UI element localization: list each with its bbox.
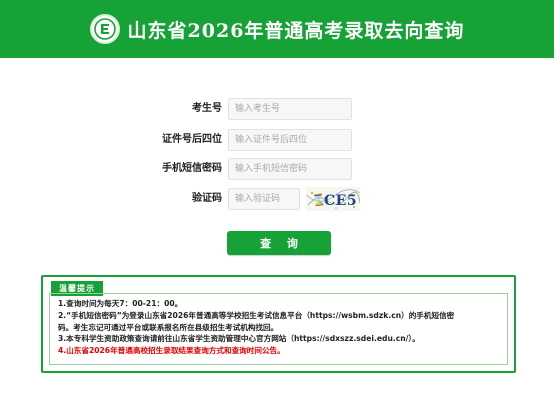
exam-no-label: 考生号 [192, 103, 222, 114]
notice-item: 2.“手机短信密码”为登录山东省2026年普通高等学校招生考试信息平台（http… [58, 310, 455, 320]
exam-no-input[interactable] [228, 98, 352, 120]
exam-no-row: 考生号 [0, 98, 554, 120]
id-last4-row: 证件号后四位 [0, 129, 554, 151]
sms-password-row: 手机短信密码 [0, 158, 554, 180]
query-button[interactable]: 查 询 [227, 231, 331, 255]
shandong-exam-logo-icon [89, 14, 120, 44]
sms-password-input[interactable] [228, 158, 352, 180]
captcha-row: 验证码 ⌛ CE5 [0, 187, 554, 211]
page-title: 山东省2026年普通高考录取去向查询 [127, 19, 465, 42]
id-last4-label: 证件号后四位 [162, 134, 222, 145]
id-last4-input[interactable] [228, 129, 352, 151]
notice-item: 1.查询时间为每天7：00-21：00。 [58, 299, 183, 308]
notice-content: 1.查询时间为每天7：00-21：00。 2.“手机短信密码”为登录山东省202… [49, 293, 508, 365]
notice-box: 温馨提示 1.查询时间为每天7：00-21：00。 2.“手机短信密码”为登录山… [41, 275, 516, 373]
notice-item: 3.本专科学生资助政策查询请前往山东省学生资助管理中心官方网站（https://… [58, 334, 420, 344]
sms-password-label: 手机短信密码 [162, 163, 222, 174]
captcha-image[interactable]: ⌛ CE5 [306, 187, 360, 211]
captcha-label: 验证码 [192, 193, 222, 204]
notice-link-announcement[interactable]: 4.山东省2026年普通高校招生录取结果查询方式和查询时间公告。 [58, 345, 501, 357]
captcha-text: CE5 [324, 193, 357, 209]
page-header: 山东省2026年普通高考录取去向查询 [0, 0, 554, 58]
captcha-input[interactable] [228, 188, 300, 210]
notice-item: 码。考生忘记可通过平台或联系报名所在县级招生考试机构找回。 [58, 322, 279, 332]
